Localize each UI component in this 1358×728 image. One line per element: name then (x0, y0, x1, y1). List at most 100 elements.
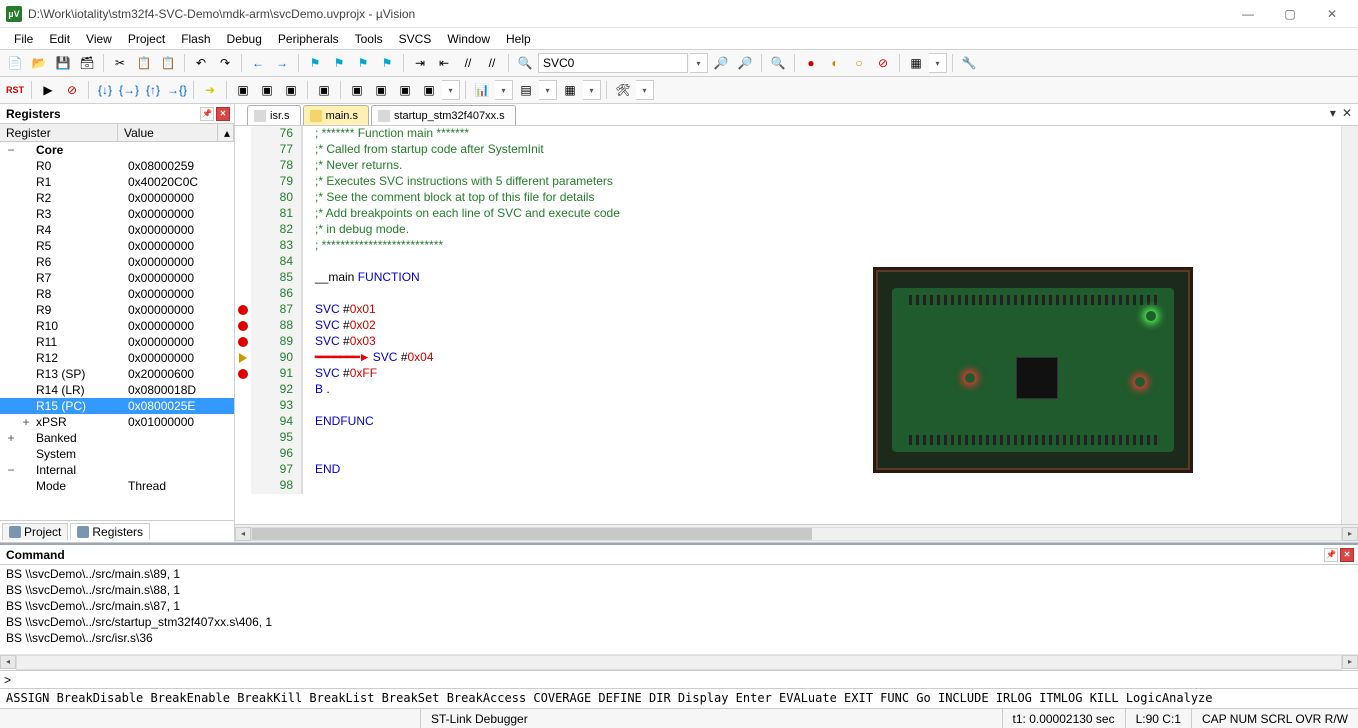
copy-icon[interactable]: 📋 (133, 52, 155, 74)
register-row[interactable]: R00x08000259 (0, 158, 234, 174)
forward-icon[interactable]: → (271, 52, 293, 74)
register-row[interactable]: System (0, 446, 234, 462)
outdent-icon[interactable]: ⇤ (433, 52, 455, 74)
tab-project[interactable]: Project (2, 523, 68, 540)
run-to-cursor-icon[interactable]: →{} (166, 79, 188, 101)
uncomment-icon[interactable]: // (481, 52, 503, 74)
save-all-icon[interactable]: 🗃 (76, 52, 98, 74)
breakpoint-kill-icon[interactable]: ⊘ (872, 52, 894, 74)
cut-icon[interactable]: ✂ (109, 52, 131, 74)
analysis-drop[interactable]: ▾ (495, 80, 513, 100)
register-row[interactable]: +Banked (0, 430, 234, 446)
find-in-files-icon[interactable]: 🔍 (514, 52, 536, 74)
debug-icon[interactable]: 🔍 (767, 52, 789, 74)
tab-menu-icon[interactable]: ▾ (1330, 106, 1336, 120)
menu-debug[interactable]: Debug (219, 30, 270, 48)
undo-icon[interactable]: ↶ (190, 52, 212, 74)
find-icon[interactable]: 🔎 (710, 52, 732, 74)
menu-window[interactable]: Window (439, 30, 498, 48)
bookmark-clear-icon[interactable]: ⚑ (376, 52, 398, 74)
register-row[interactable]: ModeThread (0, 478, 234, 494)
command-output[interactable]: BS \\svcDemo\../src/main.s\89, 1BS \\svc… (0, 565, 1358, 654)
trace-drop[interactable]: ▾ (539, 80, 557, 100)
breakpoint-disable-icon[interactable]: ○ (848, 52, 870, 74)
code-line[interactable]: 83; ************************** (235, 238, 1341, 254)
system-view-drop[interactable]: ▾ (583, 80, 601, 100)
memory-icon[interactable]: ▣ (394, 79, 416, 101)
menu-help[interactable]: Help (498, 30, 539, 48)
bookmark-icon[interactable]: ⚑ (304, 52, 326, 74)
file-tab[interactable]: startup_stm32f407xx.s (371, 105, 516, 125)
incremental-find-icon[interactable]: 🔎 (734, 52, 756, 74)
command-hscroll[interactable]: ◂▸ (0, 654, 1358, 670)
menu-tools[interactable]: Tools (347, 30, 391, 48)
register-row[interactable]: R90x00000000 (0, 302, 234, 318)
code-line[interactable]: 80;* See the comment block at top of thi… (235, 190, 1341, 206)
run-icon[interactable]: ▶ (37, 79, 59, 101)
bookmark-prev-icon[interactable]: ⚑ (328, 52, 350, 74)
maximize-button[interactable]: ▢ (1270, 2, 1310, 26)
step-out-icon[interactable]: {↑} (142, 79, 164, 101)
redo-icon[interactable]: ↷ (214, 52, 236, 74)
register-row[interactable]: R110x00000000 (0, 334, 234, 350)
pin-icon[interactable]: 📌 (200, 107, 214, 121)
toolbox-icon[interactable]: 🛠 (612, 79, 634, 101)
analysis-icon[interactable]: 📊 (471, 79, 493, 101)
code-line[interactable]: 78;* Never returns. (235, 158, 1341, 174)
breakpoint-insert-icon[interactable]: ● (800, 52, 822, 74)
menu-project[interactable]: Project (120, 30, 173, 48)
register-row[interactable]: R50x00000000 (0, 238, 234, 254)
command-close-icon[interactable]: ✕ (1340, 548, 1354, 562)
indent-icon[interactable]: ⇥ (409, 52, 431, 74)
bookmark-next-icon[interactable]: ⚑ (352, 52, 374, 74)
menu-svcs[interactable]: SVCS (391, 30, 440, 48)
menu-view[interactable]: View (78, 30, 120, 48)
paste-icon[interactable]: 📋 (157, 52, 179, 74)
register-row[interactable]: −Core (0, 142, 234, 158)
scroll-up-icon[interactable]: ▴ (218, 124, 234, 141)
code-line[interactable]: 77;* Called from startup code after Syst… (235, 142, 1341, 158)
register-row[interactable]: −Internal (0, 462, 234, 478)
menu-edit[interactable]: Edit (41, 30, 78, 48)
command-window-icon[interactable]: ▣ (232, 79, 254, 101)
window-layout-drop[interactable]: ▾ (929, 53, 947, 73)
code-line[interactable]: 84 (235, 254, 1341, 270)
search-input[interactable] (538, 53, 688, 73)
close-button[interactable]: ✕ (1312, 2, 1352, 26)
register-row[interactable]: R14 (LR)0x0800018D (0, 382, 234, 398)
menu-flash[interactable]: Flash (173, 30, 218, 48)
new-file-icon[interactable]: 📄 (4, 52, 26, 74)
trace-icon[interactable]: ▤ (515, 79, 537, 101)
search-dropdown[interactable]: ▾ (690, 53, 708, 73)
menu-file[interactable]: File (6, 30, 41, 48)
tab-registers[interactable]: Registers (70, 523, 150, 540)
step-over-icon[interactable]: {→} (118, 79, 140, 101)
show-next-icon[interactable]: ➜ (199, 79, 221, 101)
register-row[interactable]: R80x00000000 (0, 286, 234, 302)
code-line[interactable]: 98 (235, 478, 1341, 494)
col-value[interactable]: Value (118, 124, 218, 141)
toolbox-drop[interactable]: ▾ (636, 80, 654, 100)
breakpoint-enable-icon[interactable]: ◐ (824, 52, 846, 74)
register-row[interactable]: R60x00000000 (0, 254, 234, 270)
window-layout-icon[interactable]: ▦ (905, 52, 927, 74)
col-register[interactable]: Register (0, 124, 118, 141)
code-line[interactable]: 82;* in debug mode. (235, 222, 1341, 238)
command-pin-icon[interactable]: 📌 (1324, 548, 1338, 562)
system-view-icon[interactable]: ▦ (559, 79, 581, 101)
configure-icon[interactable]: 🔧 (958, 52, 980, 74)
register-row[interactable]: R20x00000000 (0, 190, 234, 206)
registers-icon[interactable]: ▣ (313, 79, 335, 101)
reset-icon[interactable]: RST (4, 79, 26, 101)
code-line[interactable]: 76; ******* Function main ******* (235, 126, 1341, 142)
register-row[interactable]: R70x00000000 (0, 270, 234, 286)
stop-icon[interactable]: ⊘ (61, 79, 83, 101)
menu-peripherals[interactable]: Peripherals (270, 30, 347, 48)
register-row[interactable]: R30x00000000 (0, 206, 234, 222)
minimize-button[interactable]: — (1228, 2, 1268, 26)
register-row[interactable]: R120x00000000 (0, 350, 234, 366)
editor-hscroll[interactable]: ◂▸ (235, 524, 1358, 542)
file-tab[interactable]: isr.s (247, 105, 301, 125)
step-into-icon[interactable]: {↓} (94, 79, 116, 101)
code-line[interactable]: 81;* Add breakpoints on each line of SVC… (235, 206, 1341, 222)
